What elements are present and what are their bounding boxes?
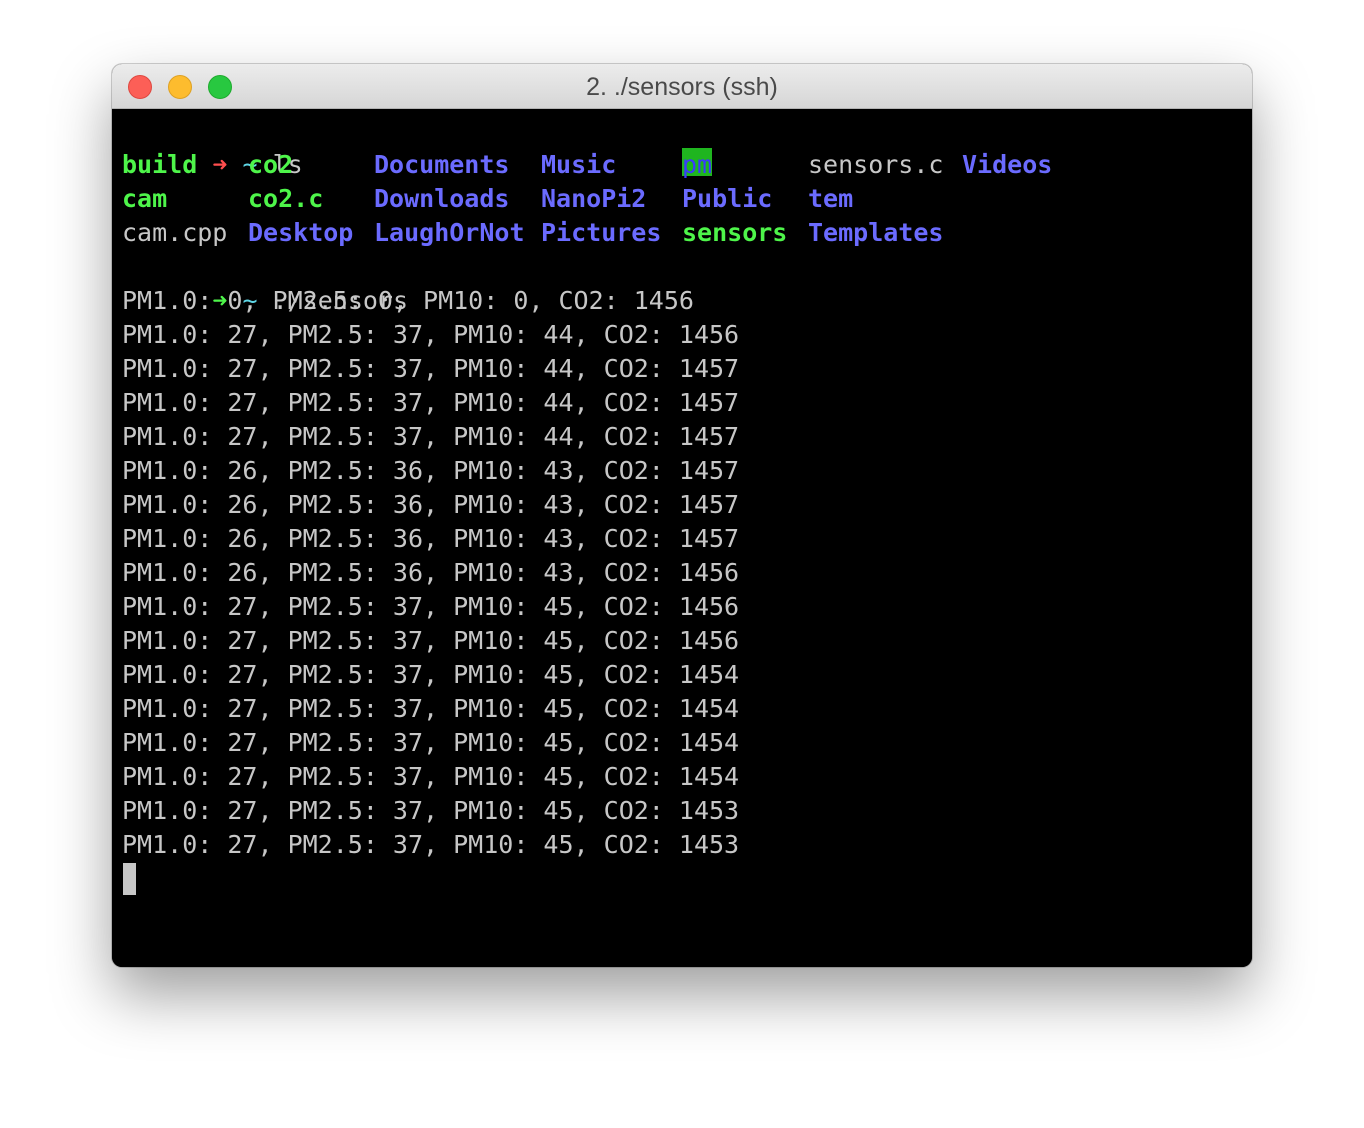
ls-entry: Public <box>682 184 773 213</box>
sensor-reading-line: PM1.0: 0, PM2.5: 0, PM10: 0, CO2: 1456 <box>122 286 694 315</box>
prompt-arrow-icon: ➜ <box>212 150 228 179</box>
ls-entry: Desktop <box>248 218 354 247</box>
sensor-reading-line: PM1.0: 26, PM2.5: 36, PM10: 43, CO2: 145… <box>122 558 740 587</box>
sensor-reading-line: PM1.0: 27, PM2.5: 37, PM10: 45, CO2: 145… <box>122 830 740 859</box>
window-title: 2. ./sensors (ssh) <box>586 73 778 101</box>
ls-entry: build <box>122 150 198 179</box>
sensor-reading-line: PM1.0: 27, PM2.5: 37, PM10: 45, CO2: 145… <box>122 796 740 825</box>
sensor-reading-line: PM1.0: 27, PM2.5: 37, PM10: 45, CO2: 145… <box>122 762 740 791</box>
ls-entry: pm <box>682 148 713 179</box>
sensor-reading-line: PM1.0: 27, PM2.5: 37, PM10: 45, CO2: 145… <box>122 660 740 689</box>
sensor-reading-line: PM1.0: 26, PM2.5: 36, PM10: 43, CO2: 145… <box>122 456 740 485</box>
ls-entry: Pictures <box>541 218 662 247</box>
ls-entry: NanoPi2 <box>541 184 647 213</box>
text-cursor <box>123 863 136 895</box>
ls-entry: cam.cpp <box>122 218 228 247</box>
ls-entry: co2 <box>248 150 294 179</box>
sensor-reading-line: PM1.0: 27, PM2.5: 37, PM10: 45, CO2: 145… <box>122 728 740 757</box>
terminal-window: 2. ./sensors (ssh) ➜ ~ ls build co2 Docume… <box>112 64 1252 967</box>
ls-entry: sensors <box>682 218 788 247</box>
ls-entry: Videos <box>962 150 1053 179</box>
sensor-reading-line: PM1.0: 27, PM2.5: 37, PM10: 45, CO2: 145… <box>122 694 740 723</box>
sensor-reading-line: PM1.0: 27, PM2.5: 37, PM10: 44, CO2: 145… <box>122 354 740 383</box>
ls-entry: tem <box>808 184 854 213</box>
prompt-line: ➜ ~ ./sensors <box>122 250 408 315</box>
ls-entry: co2.c <box>248 184 324 213</box>
sensor-reading-line: PM1.0: 27, PM2.5: 37, PM10: 45, CO2: 145… <box>122 592 740 621</box>
ls-entry: LaughOrNot <box>374 218 525 247</box>
ls-entry: Downloads <box>374 184 510 213</box>
title-bar[interactable]: 2. ./sensors (ssh) <box>112 64 1252 109</box>
sensor-reading-line: PM1.0: 26, PM2.5: 36, PM10: 43, CO2: 145… <box>122 490 740 519</box>
ls-entry: Documents <box>374 150 510 179</box>
ls-entry: cam <box>122 184 168 213</box>
sensor-reading-line: PM1.0: 27, PM2.5: 37, PM10: 44, CO2: 145… <box>122 422 740 451</box>
ls-entry: sensors.c <box>808 150 944 179</box>
sensor-reading-line: PM1.0: 26, PM2.5: 36, PM10: 43, CO2: 145… <box>122 524 740 553</box>
ls-entry: Music <box>541 150 617 179</box>
prompt-line: ➜ ~ ls <box>122 114 302 179</box>
sensor-reading-line: PM1.0: 27, PM2.5: 37, PM10: 44, CO2: 145… <box>122 388 740 417</box>
sensor-reading-line: PM1.0: 27, PM2.5: 37, PM10: 44, CO2: 145… <box>122 320 740 349</box>
terminal-content[interactable]: ➜ ~ ls build co2 Documents Music pm sensors.c… <box>112 109 1252 967</box>
ls-entry: Templates <box>808 218 944 247</box>
sensor-reading-line: PM1.0: 27, PM2.5: 37, PM10: 45, CO2: 145… <box>122 626 740 655</box>
